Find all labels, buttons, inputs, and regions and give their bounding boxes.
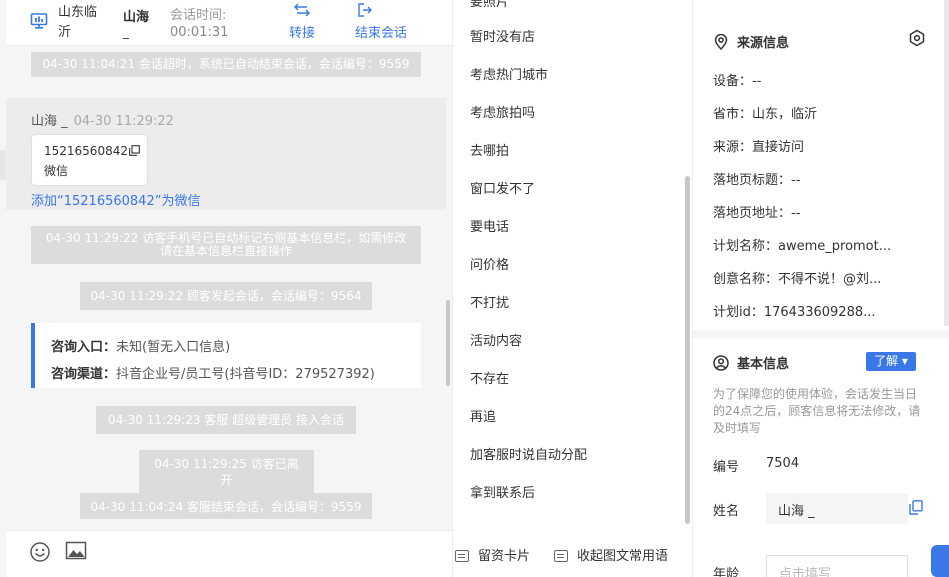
monitor-icon [30,12,48,30]
learn-more-button[interactable]: 了解 ▾ [866,352,916,371]
phone-card[interactable]: 15216560842 微信 [31,134,148,186]
quick-reply-item[interactable]: 拿到联系后 [470,482,535,501]
quick-reply-item[interactable]: 加客服时说自动分配 [470,444,587,463]
transfer-button[interactable]: 转接 [287,2,317,41]
landing-title-row: 落地页标题：-- [713,173,801,188]
age-label: 年龄 [713,567,740,577]
landing-url-row: 落地页地址：-- [713,206,801,221]
smile-icon[interactable] [29,541,51,563]
visitor-name: 山海 [123,10,150,25]
id-label: 编号 [713,460,740,475]
name-field[interactable]: 山海 _ [766,493,908,524]
quick-reply-item[interactable]: 不打扰 [470,292,509,311]
location-pin-icon [713,33,729,51]
info-scrollbar[interactable] [944,0,949,326]
floating-chat-button[interactable] [931,545,949,577]
visitor-name-suffix: _ [123,25,129,39]
image-icon[interactable] [65,541,87,561]
chat-toolbar [6,530,452,577]
consult-entry-row: 咨询入口：未知(暂无入口信息) [51,334,421,361]
chat-header: 山东临沂 山海 _ 会话时间: 00:01:31 转接 结束会话 [6,0,452,46]
collapse-phrases-button[interactable]: 收起图文常用语 [554,545,668,564]
user-icon [713,355,729,371]
chat-panel: 山东临沂 山海 _ 会话时间: 00:01:31 转接 结束会话 04-30 1… [0,0,452,577]
quick-reply-item[interactable]: 考虑热门城市 [470,64,548,83]
quick-replies-scrollbar[interactable] [685,176,690,524]
system-message-visitor-left: 04-30 11:29:25 访客已离开 [139,450,314,494]
section-divider [693,330,949,338]
quick-reply-item[interactable]: 暂时没有店 [470,26,535,45]
end-session-label: 结束会话 [355,26,408,41]
lead-card-button[interactable]: 留资卡片 [455,545,530,564]
quick-reply-item[interactable]: 去哪拍 [470,140,509,159]
transfer-label: 转接 [288,26,315,41]
session-time-label: 会话时间: [170,8,227,23]
origin-row: 来源：直接访问 [713,140,805,155]
plan-id-row: 计划id：176433609288... [713,305,876,320]
plan-name-row: 计划名称：aweme_promot... [713,239,892,254]
consult-entry-label: 咨询入口： [51,340,117,355]
id-value: 7504 [766,456,800,471]
lead-card-label: 留资卡片 [478,549,531,564]
system-message-start-session: 04-30 11:29:22 顾客发起会话，会话编号：9564 [80,282,372,310]
message-sender: 山海 _ 04-30 11:29:22 [31,110,174,129]
message-sender-time: 04-30 11:29:22 [73,114,174,129]
exit-icon [355,2,415,22]
source-info-label: 来源信息 [737,36,790,51]
province-city-row: 省市：山东，临沂 [713,107,818,122]
consult-channel-value: 抖音企业号/员工号(抖音号ID：279527392) [116,367,375,382]
phone-app-label: 微信 [44,164,69,178]
quick-replies-panel: 要照片 暂时没有店 考虑热门城市 考虑旅拍吗 去哪拍 窗口发不了 要电话 问价格… [452,0,693,577]
quick-reply-item[interactable]: 要照片 [470,0,509,10]
copy-icon[interactable] [129,145,140,156]
add-wechat-link[interactable]: 添加“15216560842”为微信 [31,190,200,209]
name-label: 姓名 [713,504,740,519]
source-info-title: 来源信息 [713,32,789,51]
system-message-agent-end: 04-30 11:04:24 客服结束会话，会话编号：9559 [80,493,372,519]
age-field[interactable]: 点击填写 [766,555,908,577]
copy-edit-icon[interactable] [909,500,923,515]
transfer-arrows-icon [287,2,317,22]
consult-channel-row: 咨询渠道：抖音企业号/员工号(抖音号ID：279527392) [51,361,421,388]
quick-reply-item[interactable]: 不存在 [470,368,509,387]
system-message-auto-mark: 04-30 11:29:22 访客手机号已自动标记右侧基本信息栏，如需修改请在基… [31,226,421,264]
quick-reply-item[interactable]: 活动内容 [470,330,522,349]
system-message-agent-join: 04-30 11:29:23 客服 超级管理员 接入会话 [96,406,356,434]
basic-info-title: 基本信息 [713,353,789,372]
quick-reply-item[interactable]: 窗口发不了 [470,178,535,197]
phone-number: 15216560842 [44,144,128,158]
creative-name-row: 创意名称：不得不说！@刘... [713,272,882,287]
card-icon [455,550,469,562]
consult-channel-label: 咨询渠道： [51,367,117,382]
quick-reply-item[interactable]: 再追 [470,406,496,425]
edit-notice: 为了保障您的使用体验，会话发生当日的24点之后，顾客信息将无法修改，请及时填写 [713,387,921,435]
consult-info-card: 咨询入口：未知(暂无入口信息) 咨询渠道：抖音企业号/员工号(抖音号ID：279… [31,323,421,388]
end-session-button[interactable]: 结束会话 [355,2,415,41]
quick-reply-item[interactable]: 问价格 [470,254,509,273]
message-sender-name: 山海 _ [31,114,68,129]
collapse-phrases-label: 收起图文常用语 [577,549,669,564]
device-row: 设备：-- [713,74,762,89]
quick-reply-item[interactable]: 考虑旅拍吗 [470,102,535,121]
visitor-location: 山东临沂 [58,5,98,40]
message-icon [554,550,568,562]
settings-icon[interactable] [908,29,926,47]
quick-reply-item[interactable]: 要电话 [470,216,509,235]
system-message-timeout: 04-30 11:04:21 会话超时，系统已自动结束会话，会话编号：9559 [31,52,421,77]
session-time: 00:01:31 [170,25,229,40]
consult-entry-value: 未知(暂无入口信息) [116,340,231,355]
chat-scrollbar[interactable] [446,300,450,386]
visitor-info-panel: 来源信息 设备：-- 省市：山东，临沂 来源：直接访问 落地页标题：-- 落地页… [693,0,949,577]
basic-info-label: 基本信息 [737,357,790,372]
